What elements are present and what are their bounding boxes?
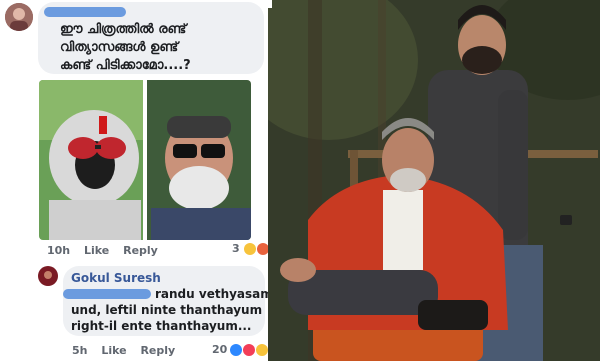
comment-actions: 10h Like Reply xyxy=(47,244,168,257)
redacted-tag xyxy=(63,289,151,299)
comment-text-line: right-il ente thanthayum... xyxy=(71,319,252,333)
reactions-summary[interactable]: 20 xyxy=(212,343,269,356)
redacted-name xyxy=(44,7,126,17)
reaction-count: 20 xyxy=(212,343,228,356)
comment-text-line: വിത്യാസങ്ങൾ ഉണ്ട് xyxy=(60,40,179,55)
haha-reaction-icon xyxy=(256,343,269,356)
two-men-photo xyxy=(268,0,600,361)
commenter-avatar[interactable] xyxy=(5,3,33,31)
comment-timestamp[interactable]: 10h xyxy=(47,244,70,257)
comment-actions: 5h Like Reply xyxy=(72,344,185,357)
reply-link[interactable]: Reply xyxy=(123,244,158,257)
comment-author[interactable]: Gokul Suresh xyxy=(71,271,161,285)
comment-text-line: കണ്ട് പിടിക്കാമോ....? xyxy=(60,58,191,73)
avatar-image xyxy=(38,266,58,286)
like-reaction-icon xyxy=(230,343,243,356)
commenter-avatar[interactable] xyxy=(38,266,58,286)
reply-link[interactable]: Reply xyxy=(140,344,175,357)
comment-text-line: ഈ ചിത്രത്തിൽ രണ്ട് xyxy=(60,22,187,37)
reply-bubble: Gokul Suresh randu vethyasam und, leftil… xyxy=(63,266,273,336)
reactions-summary[interactable]: 3 xyxy=(232,242,269,255)
love-reaction-icon xyxy=(243,343,256,356)
comment-bubble: ഈ ചിത്രത്തിൽ രണ്ട് വിത്യാസങ്ങൾ ഉണ്ട് കണ്… xyxy=(38,2,264,74)
angry-reaction-icon xyxy=(256,242,269,255)
like-link[interactable]: Like xyxy=(101,344,126,357)
comment-attachment-image[interactable] xyxy=(39,80,251,240)
avatar-image xyxy=(5,3,33,31)
comment-timestamp[interactable]: 5h xyxy=(72,344,88,357)
film-still-photo xyxy=(268,0,600,361)
reaction-count: 3 xyxy=(232,242,240,255)
like-link[interactable]: Like xyxy=(84,244,109,257)
haha-reaction-icon xyxy=(243,242,256,255)
comment-thread: ഈ ചിത്രത്തിൽ രണ്ട് വിത്യാസങ്ങൾ ഉണ്ട് കണ്… xyxy=(0,0,273,361)
monkey-and-man-photo xyxy=(39,80,251,240)
